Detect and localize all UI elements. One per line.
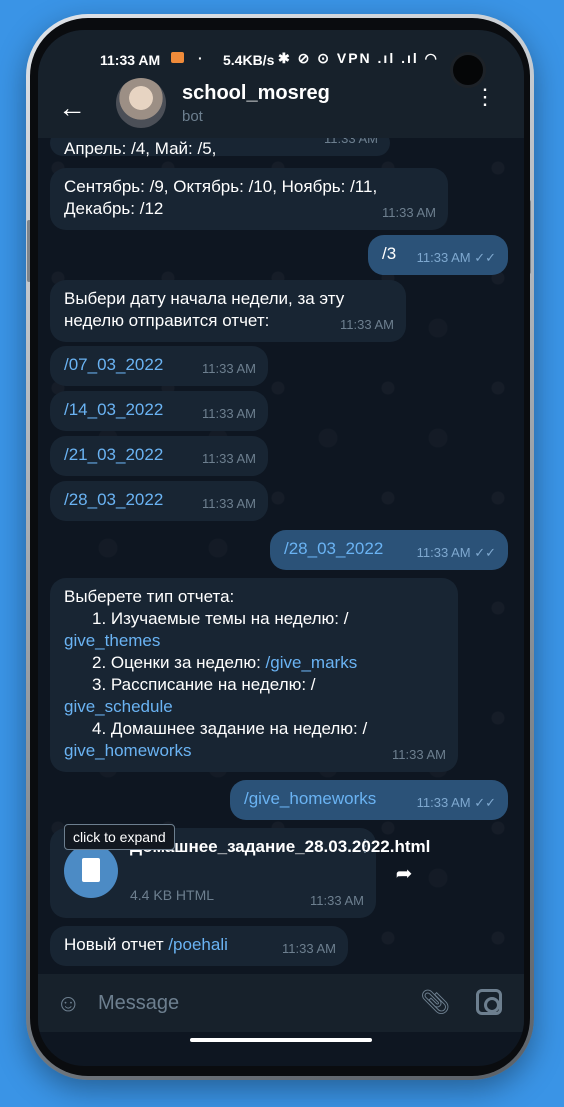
message-compose-bar: ☺ 📎︎ [38, 974, 524, 1032]
emoji-icon[interactable]: ☺ [56, 990, 81, 1018]
message-bubble-outgoing: /3 11:33 AM ✓✓ [368, 235, 508, 275]
message-time: 11:33 AM [202, 496, 256, 511]
paperclip-icon[interactable]: 📎︎ [420, 988, 450, 1017]
message-time: 11:33 AM [282, 941, 336, 956]
status-bar: 11:33 AM · 5.4KB/s ✱ ⊘ ⊙ VPN .ıl .ıl ◠ [38, 30, 524, 88]
message-time: 11:33 AM [310, 893, 364, 908]
message-text: /3 [382, 244, 397, 263]
date-command-link[interactable]: /07_03_2022 [64, 355, 163, 374]
camera-icon[interactable] [476, 989, 502, 1015]
report-type-link[interactable]: give_schedule [64, 696, 444, 718]
message-bubble: Сентябрь: /9, Октябрь: /10, Ноябрь: /11,… [50, 168, 448, 230]
report-type-link[interactable]: give_themes [64, 630, 444, 652]
message-time: 11:33 AM [340, 317, 394, 332]
command-link[interactable]: /poehali [168, 935, 228, 954]
message-text: Выбери дату начала недели, за эту неделю… [64, 289, 349, 330]
read-check-icon: ✓✓ [474, 545, 496, 560]
read-check-icon: ✓✓ [474, 250, 496, 265]
message-time: 11:33 AM [202, 361, 256, 376]
tooltip: click to expand [64, 824, 175, 850]
status-time: 11:33 AM [100, 52, 161, 68]
message-time: 11:33 AM [202, 406, 256, 421]
date-command-link[interactable]: /14_03_2022 [64, 400, 163, 419]
message-input[interactable] [98, 988, 398, 1018]
notification-icon [171, 52, 184, 63]
message-bubble: Новый отчет /poehali 11:33 AM [50, 926, 348, 966]
message-bubble: /21_03_2022 11:33 AM [50, 436, 268, 476]
front-camera [450, 52, 486, 88]
message-text: Новый отчет [64, 935, 169, 954]
message-bubble: /07_03_2022 11:33 AM [50, 346, 268, 386]
home-indicator[interactable] [190, 1038, 372, 1042]
chat-subtitle: bot [182, 108, 203, 125]
phone-screen: 11:33 AM · 5.4KB/s ✱ ⊘ ⊙ VPN .ıl .ıl ◠ ←… [38, 30, 524, 1066]
bot-avatar[interactable] [116, 78, 166, 128]
message-list[interactable]: Апрель: /4, Май: /5, 11:33 AM Сентябрь: … [38, 138, 524, 974]
report-type-link[interactable]: /give_marks [266, 653, 358, 672]
message-bubble: Выберете тип отчета: 1. Изучаемые темы н… [50, 578, 458, 772]
status-dot: · [198, 50, 203, 66]
report-type-item: 4. Домашнее задание на неделю: / [92, 719, 368, 738]
read-check-icon: ✓✓ [474, 795, 496, 810]
message-time: 11:33 AM [392, 747, 446, 762]
file-menu-icon[interactable]: · · · [362, 830, 368, 860]
network-speed: 5.4KB/s [223, 52, 275, 68]
message-text[interactable]: /28_03_2022 [284, 539, 383, 558]
back-arrow-icon[interactable]: ← [58, 92, 86, 124]
date-command-link[interactable]: /21_03_2022 [64, 445, 163, 464]
message-title: Выберете тип отчета: [64, 587, 235, 606]
report-type-item: 3. Рассписание на неделю: / [92, 675, 316, 694]
message-text: Сентябрь: /9, Октябрь: /10, Ноябрь: /11,… [64, 177, 382, 218]
message-bubble-outgoing: /28_03_2022 11:33 AM ✓✓ [270, 530, 508, 570]
message-time: 11:33 AM ✓✓ [416, 545, 496, 560]
status-indicators: ✱ ⊘ ⊙ VPN .ıl .ıl ◠ [278, 50, 439, 66]
menu-dots-icon[interactable]: ⋮ [474, 86, 496, 108]
report-type-item: 2. Оценки за неделю: /give_marks [92, 653, 358, 672]
message-text: Апрель: /4, Май: /5, [64, 139, 217, 158]
message-time: 11:33 AM ✓✓ [416, 795, 496, 810]
message-bubble: /28_03_2022 11:33 AM [50, 481, 268, 521]
chat-header: ← school_mosreg bot ⋮ [38, 78, 524, 138]
file-document-icon[interactable] [64, 844, 118, 898]
date-command-link[interactable]: /28_03_2022 [64, 490, 163, 509]
message-time: 11:33 AM [382, 205, 436, 220]
share-arrow-icon[interactable]: ➦ [386, 856, 422, 892]
message-time: 11:33 AM ✓✓ [416, 250, 496, 265]
message-time: 11:33 AM [202, 451, 256, 466]
message-bubble: Выбери дату начала недели, за эту неделю… [50, 280, 406, 342]
file-meta: 4.4 KB HTML [130, 887, 215, 903]
message-bubble-outgoing: /give_homeworks 11:33 AM ✓✓ [230, 780, 508, 820]
report-type-link[interactable]: give_homeworks [64, 740, 444, 762]
message-text[interactable]: /give_homeworks [244, 789, 376, 808]
report-type-item: 1. Изучаемые темы на неделю: / [92, 609, 349, 628]
message-time: 11:33 AM [324, 138, 378, 146]
chat-title[interactable]: school_mosreg [182, 82, 330, 105]
message-bubble: Апрель: /4, Май: /5, 11:33 AM [50, 138, 390, 158]
message-bubble: /14_03_2022 11:33 AM [50, 391, 268, 431]
